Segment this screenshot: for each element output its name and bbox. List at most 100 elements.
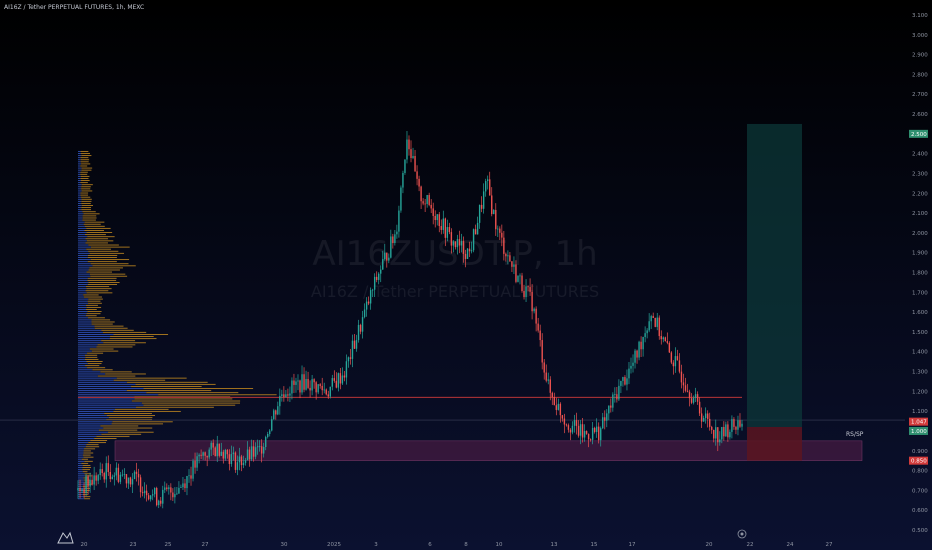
y-tick-label: 2.800 [912, 72, 928, 78]
price-chart[interactable]: AI16Z / Tether PERPETUAL FUTURES, 1h, ME… [0, 0, 932, 550]
candle-body [252, 446, 255, 457]
candle-body [553, 396, 556, 406]
candle-body [517, 275, 519, 282]
x-tick-label: 22 [747, 542, 754, 548]
volume-bar-up [78, 288, 87, 290]
candle-body [133, 471, 136, 480]
volume-bar-down [141, 402, 240, 404]
candle-body [264, 437, 267, 447]
candle-body [394, 234, 396, 244]
volume-bar-up [78, 213, 84, 215]
candle-body [579, 424, 582, 436]
candle-body [480, 204, 483, 209]
candle-body [371, 289, 374, 291]
candle-body [382, 259, 384, 270]
candle-body [491, 195, 493, 215]
candle-body [682, 382, 685, 386]
volume-bar-up [78, 252, 90, 254]
candle-body [343, 375, 346, 378]
volume-bar-down [97, 344, 136, 346]
candle-body [149, 495, 152, 500]
volume-bar-down [82, 219, 96, 221]
volume-bar-up [78, 340, 102, 342]
volume-bar-down [82, 217, 97, 219]
volume-bar-up [78, 440, 91, 441]
candle-body [735, 426, 737, 430]
candle-body [686, 390, 689, 392]
candle-body [660, 336, 662, 340]
candle-body [206, 455, 208, 458]
volume-bar-up [78, 481, 85, 483]
volume-bar-up [78, 153, 81, 154]
candle-body [309, 387, 311, 391]
candle-body [489, 179, 491, 196]
candle-body [604, 417, 606, 421]
candle-body [408, 139, 410, 150]
volume-bar-up [78, 352, 88, 354]
candle-body [543, 362, 545, 373]
candle-body [240, 456, 243, 466]
candle-body [355, 340, 358, 349]
volume-bar-down [126, 381, 208, 383]
candle-body [591, 427, 594, 440]
candle-body [91, 479, 93, 485]
candle-body [359, 324, 362, 332]
candle-body [624, 377, 626, 385]
candle-body [737, 420, 739, 430]
volume-bar-down [81, 163, 91, 165]
candle-body [198, 454, 200, 457]
candle-body [341, 375, 344, 384]
volume-bar-up [78, 477, 84, 479]
candle-body [725, 424, 727, 437]
volume-bar-up [78, 271, 87, 273]
volume-bar-up [78, 400, 132, 402]
candle-body [555, 405, 558, 410]
candle-body [141, 492, 144, 494]
candle-body [650, 316, 652, 322]
candle-body [446, 227, 449, 238]
candle-body [654, 317, 656, 327]
volume-bar-up [78, 246, 91, 248]
candle-body [698, 401, 701, 414]
candle-body [600, 428, 602, 441]
watermark-description: AI16Z / Tether PERPETUAL FUTURES [311, 282, 599, 301]
candle-body [674, 356, 677, 367]
candle-body [349, 357, 352, 359]
candle-body [127, 477, 130, 484]
volume-bar-up [78, 261, 88, 263]
volume-bar-up [78, 375, 98, 377]
candle-body [430, 204, 432, 209]
candle-body [656, 317, 658, 327]
volume-bar-up [78, 294, 84, 296]
volume-bar-up [78, 494, 83, 496]
candle-body [319, 384, 321, 386]
volume-bar-up [78, 186, 82, 188]
candle-body [200, 454, 202, 456]
candle-body [507, 255, 509, 257]
candle-body [400, 187, 402, 211]
candle-body [323, 389, 325, 391]
volume-bar-down [134, 398, 233, 400]
candle-body [608, 405, 610, 414]
x-tick-label: 6 [428, 542, 432, 548]
volume-bar-up [78, 344, 98, 346]
volume-bar-up [78, 221, 85, 223]
candle-body [664, 337, 667, 342]
y-tick-label: 1.500 [912, 330, 928, 336]
volume-bar-up [78, 300, 88, 302]
price-marker-label: 1.000 [911, 429, 927, 435]
volume-bar-up [78, 182, 81, 184]
candle-body [533, 308, 535, 312]
volume-bar-down [81, 190, 93, 192]
candle-body [151, 494, 154, 496]
candle-body [109, 471, 111, 480]
volume-bar-down [94, 325, 124, 327]
volume-bar-down [80, 157, 89, 159]
y-tick-label: 0.700 [912, 488, 928, 494]
candle-body [688, 391, 691, 399]
volume-bar-up [78, 404, 144, 406]
volume-bar-down [83, 450, 91, 452]
volume-bar-down [80, 171, 88, 173]
candle-body [85, 476, 87, 493]
volume-bar-up [78, 171, 81, 173]
